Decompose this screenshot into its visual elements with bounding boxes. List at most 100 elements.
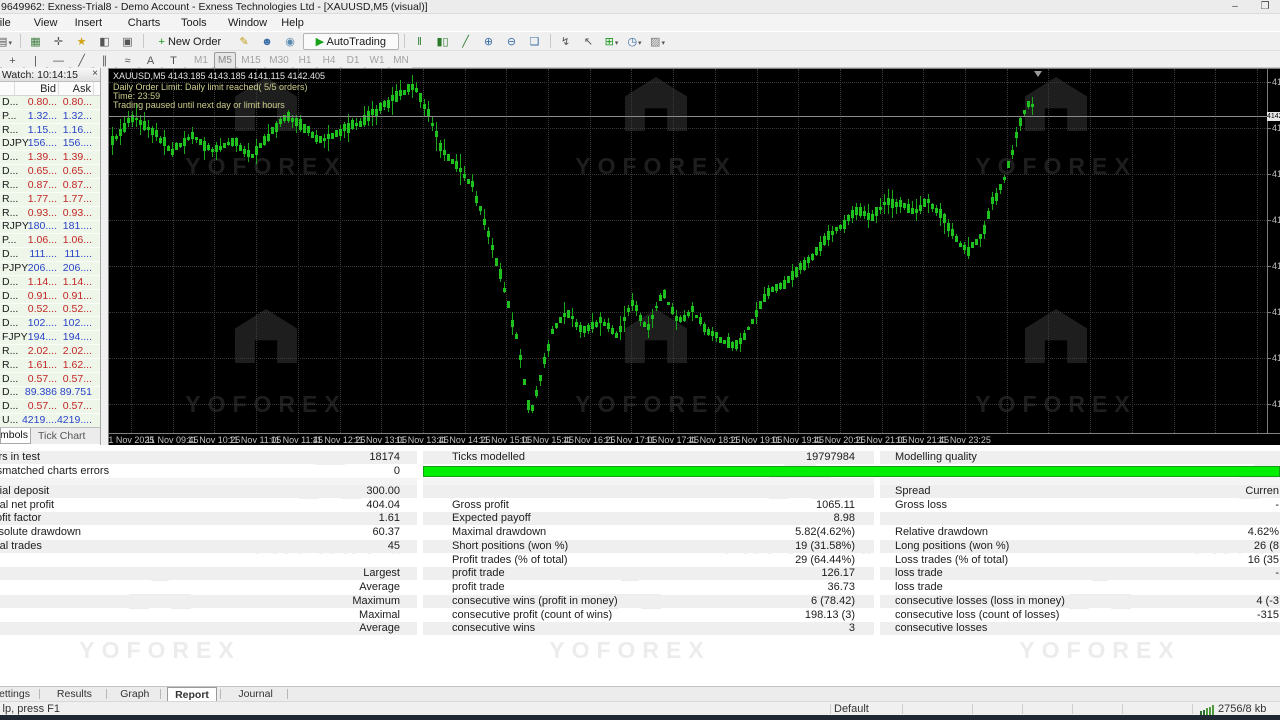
new-order-button[interactable]: + New Order <box>148 33 232 50</box>
indicators-button[interactable]: ↯ <box>555 33 576 50</box>
report-row[interactable] <box>880 512 1280 525</box>
strategy-tester-toggle[interactable]: ▣ <box>117 33 138 50</box>
report-row[interactable]: Maximal <box>0 609 417 622</box>
market-watch-row[interactable]: FJPY 194.... 194.... <box>0 331 100 346</box>
horizontal-line-tool[interactable]: — <box>48 52 69 69</box>
report-row[interactable]: Total net profit 404.04 <box>0 499 417 512</box>
profiles-button[interactable]: ▦ <box>25 33 46 50</box>
report-row[interactable]: loss trade <box>880 581 1280 594</box>
zoom-in-button[interactable]: ⊕ <box>478 33 499 50</box>
cursor-button[interactable]: ✛ <box>48 33 69 50</box>
template-menu-button[interactable]: ▨▾ <box>647 33 668 50</box>
report-row[interactable]: Ticks modelled 19797984 <box>423 451 874 464</box>
zoom-out-button[interactable]: ⊖ <box>501 33 522 50</box>
market-watch-row[interactable]: D... 0.52... 0.52... <box>0 303 100 318</box>
market-watch-header[interactable]: Market Watch: 10:14:15 <box>0 68 100 82</box>
market-watch-row[interactable]: D... 0.91... 0.91... <box>0 290 100 304</box>
timeframe-w1-button[interactable]: W1 <box>366 52 388 69</box>
chart-shift-marker[interactable] <box>1034 71 1042 77</box>
market-watch-row[interactable]: D... 0.57... 0.57... <box>0 373 100 387</box>
timeframe-h4-button[interactable]: H4 <box>318 52 340 69</box>
market-watch-row[interactable]: D... 111.... 111.... <box>0 248 100 263</box>
market-watch-row[interactable]: R... 0.93... 0.93... <box>0 207 100 221</box>
report-row[interactable] <box>423 485 874 498</box>
market-watch-row[interactable]: D... 102.... 102.... <box>0 317 100 332</box>
text-tool[interactable]: A <box>140 52 161 69</box>
metaeditor-button[interactable]: ✎ <box>233 33 255 50</box>
menu-item-window[interactable]: Window <box>221 16 274 30</box>
market-watch-row[interactable]: DJPY 156.... 156.... <box>0 137 100 152</box>
menu-item-view[interactable]: View <box>27 16 65 30</box>
new-chart-button[interactable]: ▤▾ <box>0 33 15 50</box>
favorites-button[interactable]: ★ <box>71 33 92 50</box>
report-row[interactable]: Loss trades (% of total) 16 (35 <box>880 554 1280 567</box>
market-watch-row[interactable]: R... 2.02... 2.02... <box>0 345 100 359</box>
tab-tick-chart[interactable]: Tick Chart <box>38 430 85 442</box>
channel-tool[interactable]: ∥ <box>94 52 115 69</box>
close-icon[interactable]: × <box>92 68 98 79</box>
timeframe-h1-button[interactable]: H1 <box>294 52 316 69</box>
tab-symbols[interactable]: Symbols <box>0 428 31 444</box>
report-row[interactable]: consecutive profit (count of wins) 198.13… <box>423 609 874 622</box>
report-row[interactable]: profit trade 36.73 <box>423 581 874 594</box>
trendline-tool[interactable]: ╱ <box>71 52 92 69</box>
status-profile[interactable]: Default <box>834 703 869 715</box>
report-row[interactable]: Mismatched charts errors 0 <box>0 465 417 478</box>
timeframe-mn-button[interactable]: MN <box>390 52 412 69</box>
report-row[interactable]: Profit trades (% of total) 29 (64.44%) <box>423 554 874 567</box>
market-watch-row[interactable]: D... 1.14... 1.14... <box>0 276 100 290</box>
tab-report[interactable]: Report <box>166 687 218 702</box>
timeframe-m1-button[interactable]: M1 <box>190 52 212 69</box>
report-row[interactable]: Initial deposit 300.00 <box>0 485 417 498</box>
market-watch-row[interactable]: D... 89.386 89.751 <box>0 386 100 401</box>
timeframe-d1-button[interactable]: D1 <box>342 52 364 69</box>
tab-journal[interactable]: Journal <box>227 687 284 702</box>
report-row[interactable]: consecutive losses (loss in money) 4 (-3 <box>880 595 1280 608</box>
vertical-line-tool[interactable]: | <box>25 52 46 69</box>
candlestick-chart-button[interactable]: ▮▯ <box>432 33 453 50</box>
menu-item-insert[interactable]: Insert <box>68 16 110 30</box>
report-row[interactable]: consecutive loss (count of losses) -315 <box>880 609 1280 622</box>
chart-window[interactable]: YOFOREX YOFOREX YOFOREX YOFOREX YOFOREX YOFOR… <box>108 68 1280 445</box>
tab-settings[interactable]: Settings <box>0 687 34 702</box>
report-row[interactable]: Spread Curren <box>880 485 1280 498</box>
autotrading-toggle[interactable]: ▶ AutoTrading <box>302 33 399 50</box>
line-chart-button[interactable]: ╱ <box>455 33 476 50</box>
market-watch-column-headers[interactable]: Symbol Bid Ask <box>0 82 100 96</box>
maximize-button[interactable]: ❐ <box>1252 0 1278 13</box>
report-row[interactable]: Long positions (won %) 26 (8 <box>880 540 1280 553</box>
menu-item-help[interactable]: Help <box>274 16 311 30</box>
time-label[interactable]: 11 Nov 23:25 <box>938 435 991 445</box>
title-bar[interactable]: 9649962: Exness-Trial8 - Demo Account - … <box>0 0 1280 14</box>
signal-button[interactable]: ◉ <box>279 33 301 50</box>
period-menu-button[interactable]: ◷▾ <box>624 33 645 50</box>
market-watch-row[interactable]: P... 1.32... 1.32... <box>0 110 100 124</box>
report-row[interactable]: Total trades 45 <box>0 540 417 553</box>
tile-windows-button[interactable]: ❏ <box>524 33 545 50</box>
bar-chart-button[interactable]: ‖ <box>409 33 430 50</box>
report-row[interactable]: Gross profit 1065.11 <box>423 499 874 512</box>
text-label-tool[interactable]: T <box>163 52 184 69</box>
market-watch-row[interactable]: D... 0.57... 0.57... <box>0 400 100 415</box>
report-row[interactable]: Absolute drawdown 60.37 <box>0 526 417 539</box>
add-indicator-button[interactable]: ⊞▾ <box>601 33 622 50</box>
report-row[interactable]: Maximal drawdown 5.82(4.62%) <box>423 526 874 539</box>
market-watch-row[interactable]: D... 0.80... 0.80... <box>0 96 100 110</box>
market-watch-row[interactable]: R... 1.77... 1.77... <box>0 193 100 207</box>
report-row[interactable]: Profit factor 1.61 <box>0 512 417 525</box>
market-watch-row[interactable]: R... 1.15... 1.16... <box>0 124 100 138</box>
report-row[interactable]: Largest <box>0 567 417 580</box>
menu-item-tools[interactable]: Tools <box>174 16 214 30</box>
market-watch-row[interactable]: R... 0.87... 0.87... <box>0 179 100 193</box>
market-watch-row[interactable]: U... 4219.... 4219.... <box>0 414 100 429</box>
timeframe-m5-button[interactable]: M5 <box>214 52 236 69</box>
market-watch-row[interactable]: P... 1.06... 1.06... <box>0 234 100 249</box>
menu-item-charts[interactable]: Charts <box>121 16 167 30</box>
menu-item-file[interactable]: File <box>0 16 18 30</box>
report-row[interactable]: profit trade 126.17 <box>423 567 874 580</box>
report-row[interactable] <box>0 478 417 485</box>
market-watch-row[interactable]: PJPY 206.... 206.... <box>0 262 100 276</box>
column-bid[interactable]: Bid <box>40 83 56 95</box>
time-axis[interactable]: 11 Nov 2025 11 Nov 09:45 11 Nov 10:25 11 No… <box>109 433 1280 445</box>
minimize-button[interactable]: – <box>1222 0 1248 13</box>
